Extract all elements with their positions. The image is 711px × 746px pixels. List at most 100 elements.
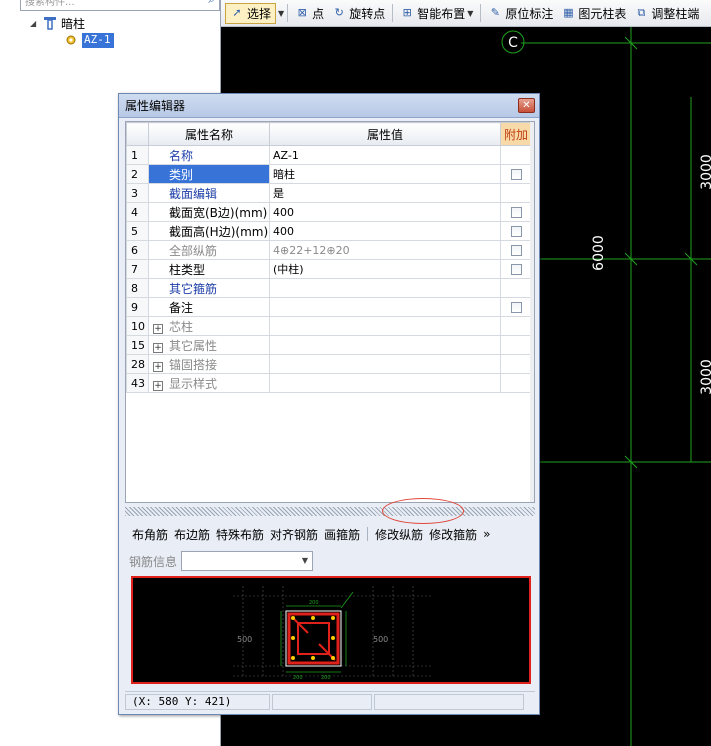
row-number: 4 <box>126 202 149 222</box>
draw-stirrup-button[interactable]: 画箍筋 <box>321 526 363 543</box>
table-row[interactable]: 6 全部纵筋 4⊕22+12⊕20 <box>126 240 532 260</box>
property-value[interactable]: 暗柱 <box>269 164 501 184</box>
column-table-label: 图元柱表 <box>578 6 627 21</box>
corner-rebar-button[interactable]: 布角筋 <box>129 526 171 543</box>
edge-rebar-button[interactable]: 布边筋 <box>171 526 213 543</box>
panel-splitter[interactable] <box>125 507 535 516</box>
axis-bubble-c[interactable]: C <box>501 30 525 54</box>
modify-longitudinal-button[interactable]: 修改纵筋 <box>372 526 426 543</box>
row-number: 43 <box>126 373 149 393</box>
property-group-label: 锚固搭接 <box>169 357 218 372</box>
attach-checkbox[interactable] <box>510 169 522 180</box>
property-name: 备注 <box>148 297 270 317</box>
select-dropdown-icon[interactable]: ▼ <box>278 9 284 18</box>
rebar-toolbar: 布角筋 布边筋 特殊布筋 对齐钢筋 画箍筋 修改纵筋 修改箍筋 » <box>129 523 535 545</box>
attach-cell <box>500 202 532 222</box>
tree-search-input[interactable]: 搜索构件... ⌕ <box>20 0 220 11</box>
property-value[interactable]: AZ-1 <box>269 145 501 165</box>
collapse-icon[interactable]: ◢ <box>30 19 39 28</box>
origin-label-button[interactable]: ✎ 原位标注 <box>484 3 557 24</box>
row-number: 8 <box>126 278 149 298</box>
point-label: 点 <box>312 6 325 21</box>
property-value <box>269 373 501 393</box>
expand-icon[interactable]: + <box>153 342 163 353</box>
property-name: 类别 <box>148 164 270 184</box>
expand-icon[interactable]: + <box>153 361 163 372</box>
property-name: 全部纵筋 <box>148 240 270 260</box>
more-tools-icon[interactable]: » <box>480 527 493 541</box>
search-icon[interactable]: ⌕ <box>208 0 215 5</box>
preview-dim-left: 500 <box>237 635 252 644</box>
attach-checkbox[interactable] <box>510 226 522 237</box>
dialog-title-bar[interactable]: 属性编辑器 <box>119 94 539 118</box>
table-row-group[interactable]: 10 + 芯柱 <box>126 316 532 336</box>
table-row[interactable]: 4 截面宽(B边)(mm) 400 <box>126 202 532 222</box>
property-name: 截面高(H边)(mm) <box>148 221 270 241</box>
tree-search-placeholder: 搜索构件... <box>25 0 75 8</box>
property-group: + 锚固搭接 <box>148 354 270 374</box>
table-row[interactable]: 7 柱类型 (中柱) <box>126 259 532 279</box>
property-name: 截面编辑 <box>148 183 270 203</box>
property-value[interactable] <box>269 278 501 298</box>
table-row[interactable]: 5 截面高(H边)(mm) 400 <box>126 221 532 241</box>
select-button[interactable]: ➚ 选择 <box>225 2 277 24</box>
property-name: 其它箍筋 <box>148 278 270 298</box>
property-value[interactable]: 400 <box>269 221 501 241</box>
point-icon: ⊠ <box>297 6 307 19</box>
attach-checkbox[interactable] <box>510 207 522 218</box>
tree-node-hidden-column[interactable]: ◢ 暗柱 <box>30 15 85 31</box>
expand-icon[interactable]: + <box>153 380 163 391</box>
modify-stirrup-button[interactable]: 修改箍筋 <box>426 526 480 543</box>
rebar-info-select[interactable]: ▼ <box>181 551 314 571</box>
property-value <box>269 316 501 336</box>
attach-checkbox[interactable] <box>510 245 522 256</box>
dialog-status-bar: (X: 580 Y: 421) <box>125 691 535 711</box>
property-editor-dialog: 属性编辑器 ✕ 属性名称 属性值 附加 1 名称 AZ-1 2 类别 暗柱 3 … <box>118 93 540 715</box>
row-number: 5 <box>126 221 149 241</box>
tree-node-az-1[interactable]: AZ-1 <box>64 32 114 48</box>
point-button[interactable]: ⊠ 点 <box>291 3 328 24</box>
table-row[interactable]: 1 名称 AZ-1 <box>126 145 532 165</box>
property-value[interactable]: 400 <box>269 202 501 222</box>
table-row[interactable]: 8 其它箍筋 <box>126 278 532 298</box>
adjust-icon: ⧉ <box>637 6 646 19</box>
smart-layout-button[interactable]: ⊞ 智能布置 ▼ <box>396 3 477 24</box>
adjust-column-button[interactable]: ⧉ 调整柱端 <box>630 3 703 24</box>
header-property-name: 属性名称 <box>148 122 270 146</box>
special-rebar-button[interactable]: 特殊布筋 <box>213 526 267 543</box>
attach-cell <box>500 373 532 393</box>
column-table-button[interactable]: ▦ 图元柱表 <box>557 3 630 24</box>
table-row[interactable]: 9 备注 <box>126 297 532 317</box>
close-icon[interactable]: ✕ <box>518 98 535 113</box>
table-row-group[interactable]: 15 + 其它属性 <box>126 335 532 355</box>
table-row-group[interactable]: 43 + 显示样式 <box>126 373 532 393</box>
property-group-label: 显示样式 <box>169 376 218 391</box>
table-row-group[interactable]: 28 + 锚固搭接 <box>126 354 532 374</box>
property-value[interactable] <box>269 297 501 317</box>
rotate-point-button[interactable]: ↻ 旋转点 <box>328 3 389 24</box>
header-index <box>126 122 149 146</box>
row-number: 7 <box>126 259 149 279</box>
property-group-label: 其它属性 <box>169 338 218 353</box>
rotate-icon: ↻ <box>334 6 344 19</box>
table-row[interactable]: 3 截面编辑 是 <box>126 183 532 203</box>
expand-icon[interactable]: + <box>153 323 163 334</box>
table-icon: ▦ <box>563 6 574 19</box>
attach-checkbox[interactable] <box>510 264 522 275</box>
dimension-text-total: 6000 <box>591 235 607 271</box>
align-rebar-button[interactable]: 对齐钢筋 <box>267 526 321 543</box>
property-scrollbar[interactable] <box>530 122 534 502</box>
table-row[interactable]: 2 类别 暗柱 <box>126 164 532 184</box>
attach-cell <box>500 297 532 317</box>
dimension-text-top: 3000 <box>699 154 711 190</box>
section-preview[interactable]: 200 200 200 500 500 <box>131 576 531 684</box>
toolbar-divider <box>392 4 394 22</box>
property-value[interactable]: (中柱) <box>269 259 501 279</box>
property-value[interactable]: 是 <box>269 183 501 203</box>
attach-cell <box>500 259 532 279</box>
attach-checkbox[interactable] <box>510 302 522 313</box>
property-value[interactable]: 4⊕22+12⊕20 <box>269 240 501 260</box>
attach-cell <box>500 278 532 298</box>
row-number: 28 <box>126 354 149 374</box>
row-number: 15 <box>126 335 149 355</box>
